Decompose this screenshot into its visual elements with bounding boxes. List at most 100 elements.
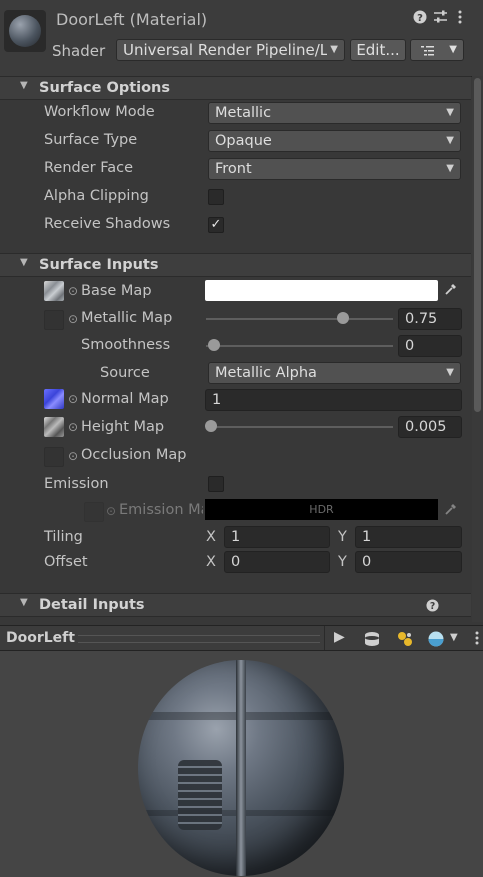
hdr-label: HDR [309,503,334,516]
chevron-down-icon: ▼ [446,163,454,174]
receive-shadows-label: Receive Shadows [44,216,171,232]
chevron-down-icon: ▼ [449,44,457,55]
section-title: Detail Inputs [39,597,145,613]
occlusion-map-label: Occlusion Map [81,447,187,463]
source-value: Metallic Alpha [215,365,317,381]
offset-x-label: X [206,554,216,570]
render-face-label: Render Face [44,160,134,176]
height-slider-handle[interactable] [205,420,217,432]
receive-shadows-checkbox[interactable]: ✓ [208,217,224,233]
smoothness-slider-track[interactable] [206,345,393,347]
sliders-icon[interactable] [433,10,448,28]
height-map-texture-slot[interactable] [44,417,64,437]
surface-type-label: Surface Type [44,132,138,148]
foldout-expanded-icon: ▼ [20,80,28,91]
play-icon[interactable]: ▶ [334,629,345,645]
kebab-menu-icon[interactable] [474,631,480,649]
shader-dropdown[interactable]: Universal Render Pipeline/Lit ▼ [116,39,345,61]
workflow-mode-value: Metallic [215,105,272,121]
smoothness-value-field[interactable]: 0 [398,335,462,357]
section-detail-inputs[interactable]: ▼ Detail Inputs ? [0,593,471,617]
base-map-label: Base Map [81,283,152,299]
tiling-y-label: Y [338,529,347,545]
texture-picker-icon[interactable]: ⊙ [68,312,78,326]
section-title: Surface Inputs [39,257,159,273]
preview-background-icon[interactable] [428,631,444,651]
texture-picker-icon[interactable]: ⊙ [68,449,78,463]
emission-color-swatch: HDR [205,499,438,520]
tiling-x-field[interactable]: 1 [224,526,330,548]
texture-picker-icon[interactable]: ⊙ [68,420,78,434]
preview-drag-handle[interactable] [78,635,320,643]
base-map-texture-slot[interactable] [44,281,64,301]
workflow-mode-dropdown[interactable]: Metallic ▼ [208,102,461,124]
source-label: Source [100,365,150,381]
alpha-clipping-checkbox[interactable] [208,189,224,205]
normal-map-label: Normal Map [81,391,169,407]
render-face-dropdown[interactable]: Front ▼ [208,158,461,180]
emission-checkbox[interactable] [208,476,224,492]
foldout-expanded-icon: ▼ [20,597,28,608]
svg-text:?: ? [417,13,423,24]
material-preview-sphere[interactable] [138,660,344,876]
height-map-label: Height Map [81,419,165,435]
emission-map-texture-slot [84,502,104,522]
toolbar-divider [324,626,325,650]
metallic-map-label: Metallic Map [81,310,173,326]
mesh-shape-icon[interactable] [364,631,380,651]
chevron-down-icon[interactable]: ▼ [450,632,458,643]
chevron-down-icon: ▼ [327,40,338,60]
material-title: DoorLeft (Material) [56,10,208,29]
section-title: Surface Options [39,80,171,96]
preview-title: DoorLeft [6,630,75,646]
metallic-value-field[interactable]: 0.75 [398,308,462,330]
chevron-down-icon: ▼ [446,107,454,118]
offset-x-field[interactable]: 0 [224,551,330,573]
kebab-menu-icon[interactable] [457,10,463,28]
shader-label: Shader [52,42,106,60]
shader-value: Universal Render Pipeline/Lit [123,41,339,59]
texture-picker-icon[interactable]: ⊙ [68,392,78,406]
tiling-label: Tiling [44,529,83,545]
offset-y-label: Y [338,554,347,570]
lights-icon[interactable] [396,631,414,651]
texture-picker-icon[interactable]: ⊙ [68,284,78,298]
offset-y-field[interactable]: 0 [355,551,462,573]
section-surface-options[interactable]: ▼ Surface Options [0,76,471,100]
preview-toolbar: DoorLeft ▶ ▼ [0,625,483,651]
height-slider-track[interactable] [206,426,393,428]
svg-text:?: ? [430,601,435,612]
surface-type-dropdown[interactable]: Opaque ▼ [208,130,461,152]
help-icon[interactable]: ? [426,599,439,616]
metallic-slider-track[interactable] [206,318,393,320]
height-value-field[interactable]: 0.005 [398,416,462,438]
scrollbar-thumb[interactable] [474,78,481,412]
chevron-down-icon: ▼ [446,135,454,146]
shader-options-button[interactable]: ▼ [410,39,464,61]
source-dropdown[interactable]: Metallic Alpha ▼ [208,362,461,384]
metallic-slider-handle[interactable] [337,312,349,324]
occlusion-map-texture-slot[interactable] [44,447,64,467]
base-map-color-swatch[interactable] [205,280,438,301]
inspector-scrollbar[interactable] [472,76,483,622]
metallic-map-texture-slot[interactable] [44,310,64,330]
texture-picker-icon: ⊙ [106,504,117,518]
eyedropper-icon[interactable] [444,282,458,300]
foldout-expanded-icon: ▼ [20,257,28,268]
smoothness-label: Smoothness [81,337,171,353]
section-surface-inputs[interactable]: ▼ Surface Inputs [0,253,471,277]
alpha-clipping-label: Alpha Clipping [44,188,149,204]
emission-label: Emission [44,476,109,492]
smoothness-slider-handle[interactable] [208,339,220,351]
material-thumbnail[interactable] [4,10,46,52]
help-icon[interactable]: ? [413,10,427,28]
normal-map-texture-slot[interactable] [44,389,64,409]
edit-shader-button[interactable]: Edit... [350,39,406,61]
emission-map-label: Emission Map [119,502,203,518]
offset-label: Offset [44,554,88,570]
tiling-y-field[interactable]: 1 [355,526,462,548]
material-header: DoorLeft (Material) ? Shader Universal R… [0,0,483,77]
render-face-value: Front [215,161,252,177]
list-icon [421,46,434,56]
normal-scale-field[interactable]: 1 [205,389,462,411]
